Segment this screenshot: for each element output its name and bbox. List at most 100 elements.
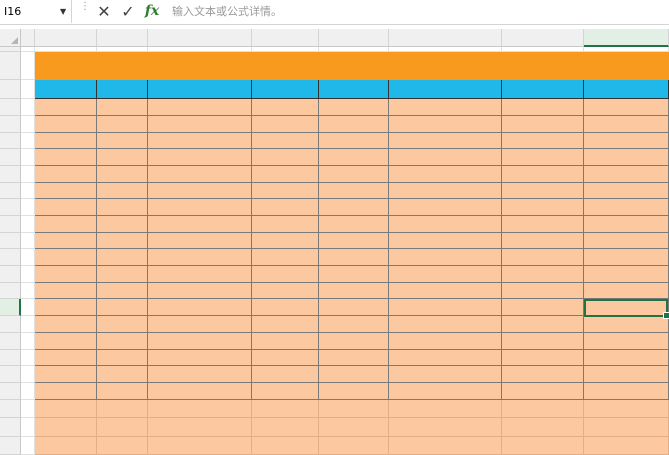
select-all-button[interactable]	[0, 29, 21, 47]
column-header[interactable]	[252, 29, 319, 47]
table-header-cell[interactable]	[252, 80, 319, 99]
empty-cell[interactable]	[389, 418, 502, 437]
row-header[interactable]	[0, 249, 21, 266]
table-cell[interactable]	[252, 233, 319, 249]
table-cell[interactable]	[584, 249, 669, 266]
empty-cell[interactable]	[35, 418, 97, 437]
formula-input[interactable]: 输入文本或公式详情。	[172, 0, 282, 23]
row-header[interactable]	[0, 266, 21, 283]
grid-cell[interactable]	[21, 183, 35, 199]
empty-cell[interactable]	[389, 437, 502, 455]
table-cell[interactable]	[252, 283, 319, 299]
grid-cell[interactable]	[21, 99, 35, 116]
table-cell[interactable]	[502, 350, 584, 366]
empty-cell[interactable]	[584, 418, 669, 437]
table-cell[interactable]	[252, 316, 319, 333]
table-cell[interactable]	[35, 333, 97, 350]
column-header[interactable]	[584, 29, 669, 47]
row-header[interactable]	[0, 216, 21, 233]
table-cell[interactable]	[389, 116, 502, 133]
table-cell[interactable]	[389, 99, 502, 116]
grid-cell[interactable]	[21, 216, 35, 233]
table-cell[interactable]	[252, 266, 319, 283]
row-header[interactable]	[0, 383, 21, 400]
grid-cell[interactable]	[21, 116, 35, 133]
table-cell[interactable]	[319, 116, 389, 133]
table-cell[interactable]	[584, 316, 669, 333]
row-header[interactable]	[0, 400, 21, 418]
table-cell[interactable]	[97, 116, 148, 133]
table-cell[interactable]	[35, 149, 97, 166]
table-cell[interactable]	[97, 350, 148, 366]
table-cell[interactable]	[148, 199, 252, 216]
table-cell[interactable]	[319, 249, 389, 266]
table-cell[interactable]	[97, 266, 148, 283]
row-header[interactable]	[0, 149, 21, 166]
table-cell[interactable]	[389, 166, 502, 183]
table-cell[interactable]	[502, 183, 584, 199]
empty-cell[interactable]	[148, 437, 252, 455]
table-cell[interactable]	[389, 249, 502, 266]
empty-cell[interactable]	[584, 437, 669, 455]
table-cell[interactable]	[584, 166, 669, 183]
table-cell[interactable]	[97, 99, 148, 116]
grid-cell[interactable]	[21, 383, 35, 400]
empty-cell[interactable]	[97, 437, 148, 455]
table-cell[interactable]	[584, 199, 669, 216]
table-cell[interactable]	[35, 350, 97, 366]
table-cell[interactable]	[584, 233, 669, 249]
table-cell[interactable]	[35, 249, 97, 266]
grid-cell[interactable]	[21, 418, 35, 437]
row-header[interactable]	[0, 418, 21, 437]
table-cell[interactable]	[502, 149, 584, 166]
column-header[interactable]	[21, 29, 35, 47]
row-header[interactable]	[0, 366, 21, 383]
table-cell[interactable]	[97, 366, 148, 383]
table-cell[interactable]	[389, 299, 502, 316]
table-cell[interactable]	[35, 216, 97, 233]
row-header[interactable]	[0, 52, 21, 80]
table-cell[interactable]	[502, 233, 584, 249]
row-header[interactable]	[0, 283, 21, 299]
table-cell[interactable]	[389, 149, 502, 166]
cancel-icon[interactable]: ✕	[94, 0, 114, 23]
grid-cell[interactable]	[21, 316, 35, 333]
table-cell[interactable]	[584, 149, 669, 166]
table-cell[interactable]	[148, 166, 252, 183]
table-cell[interactable]	[584, 116, 669, 133]
table-cell[interactable]	[389, 316, 502, 333]
table-cell[interactable]	[252, 299, 319, 316]
table-cell[interactable]	[502, 266, 584, 283]
table-cell[interactable]	[502, 166, 584, 183]
table-cell[interactable]	[97, 233, 148, 249]
column-header[interactable]	[502, 29, 584, 47]
table-cell[interactable]	[389, 133, 502, 149]
table-cell[interactable]	[319, 350, 389, 366]
empty-cell[interactable]	[97, 400, 148, 418]
table-cell[interactable]	[319, 299, 389, 316]
grid-cell[interactable]	[21, 283, 35, 299]
table-cell[interactable]	[148, 366, 252, 383]
table-cell[interactable]	[319, 99, 389, 116]
row-header[interactable]	[0, 80, 21, 99]
table-cell[interactable]	[35, 366, 97, 383]
table-cell[interactable]	[252, 149, 319, 166]
row-header[interactable]	[0, 99, 21, 116]
table-cell[interactable]	[252, 383, 319, 400]
table-cell[interactable]	[319, 266, 389, 283]
row-header[interactable]	[0, 299, 21, 316]
row-header[interactable]	[0, 133, 21, 149]
table-cell[interactable]	[148, 266, 252, 283]
grid-cell[interactable]	[21, 166, 35, 183]
table-cell[interactable]	[389, 216, 502, 233]
grid-cell[interactable]	[21, 52, 35, 80]
table-cell[interactable]	[148, 299, 252, 316]
table-cell[interactable]	[584, 283, 669, 299]
table-header-cell[interactable]	[35, 80, 97, 99]
table-cell[interactable]	[148, 283, 252, 299]
table-cell[interactable]	[252, 99, 319, 116]
column-header[interactable]	[319, 29, 389, 47]
table-cell[interactable]	[319, 233, 389, 249]
table-cell[interactable]	[252, 133, 319, 149]
row-header[interactable]	[0, 333, 21, 350]
